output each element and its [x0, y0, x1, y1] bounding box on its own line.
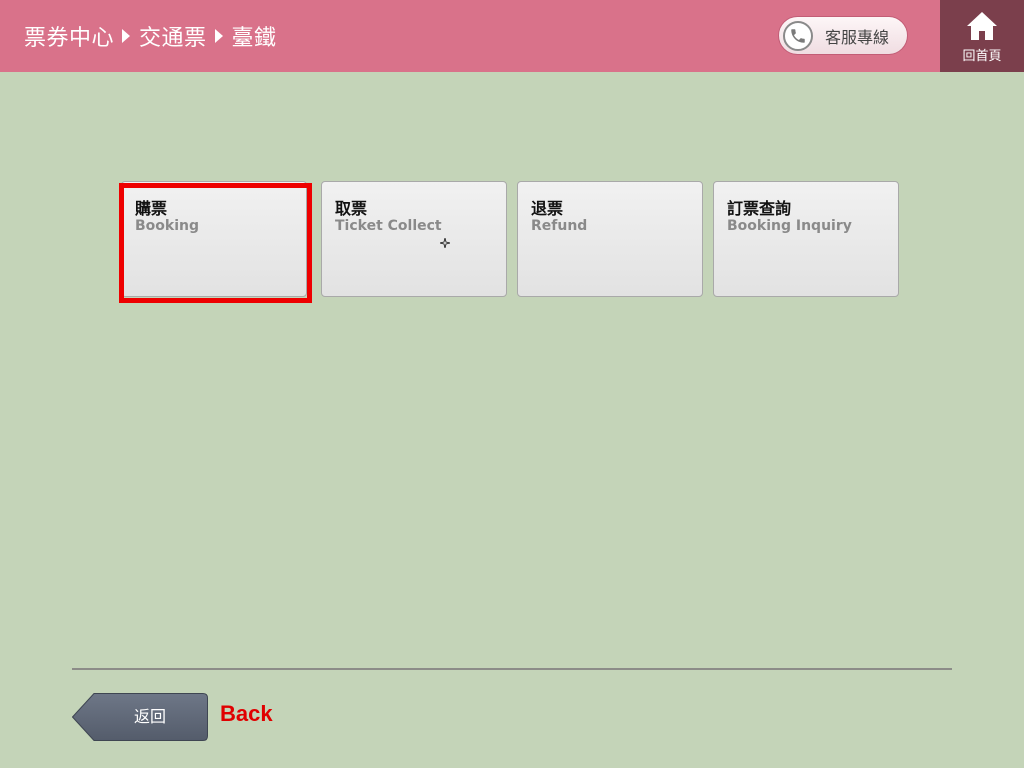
booking-inquiry-tile-title: 訂票查詢	[727, 199, 792, 218]
ticket-collect-tile-subtitle: Ticket Collect	[335, 218, 442, 234]
footer-divider	[72, 668, 952, 670]
breadcrumb-item-taiwan-railway: 臺鐵	[231, 26, 277, 51]
booking-tile[interactable]: 購票 Booking	[121, 181, 307, 297]
booking-inquiry-tile-subtitle: Booking Inquiry	[727, 218, 852, 234]
booking-inquiry-tile[interactable]: 訂票查詢 Booking Inquiry	[713, 181, 899, 297]
booking-tile-title: 購票	[135, 199, 168, 218]
refund-tile[interactable]: 退票 Refund	[517, 181, 703, 297]
breadcrumb-item-transport-tickets[interactable]: 交通票	[139, 20, 207, 52]
refund-tile-title: 退票	[531, 199, 564, 218]
breadcrumb-item-ticket-center[interactable]: 票券中心	[24, 20, 114, 52]
breadcrumb-separator-icon	[214, 29, 223, 43]
ticket-collect-tile-title: 取票	[335, 199, 368, 218]
back-annotation-label: Back	[220, 701, 273, 726]
refund-tile-subtitle: Refund	[531, 218, 588, 234]
header-bar: 票券中心 交通票 臺鐵 客服專線 回首頁	[0, 0, 1024, 72]
back-button[interactable]: 返回	[72, 693, 208, 741]
breadcrumb: 票券中心 交通票 臺鐵	[24, 0, 277, 72]
customer-hotline-button[interactable]: 客服專線	[778, 16, 908, 55]
breadcrumb-separator-icon	[122, 29, 131, 43]
back-button-label: 返回	[133, 707, 166, 726]
cursor-icon	[440, 238, 450, 248]
phone-icon	[783, 20, 813, 51]
home-label: 回首頁	[962, 49, 1002, 64]
customer-hotline-label: 客服專線	[825, 27, 890, 47]
home-button[interactable]: 回首頁	[940, 0, 1024, 72]
booking-tile-subtitle: Booking	[135, 218, 200, 234]
home-icon	[967, 12, 997, 40]
ticket-collect-tile[interactable]: 取票 Ticket Collect	[321, 181, 507, 297]
